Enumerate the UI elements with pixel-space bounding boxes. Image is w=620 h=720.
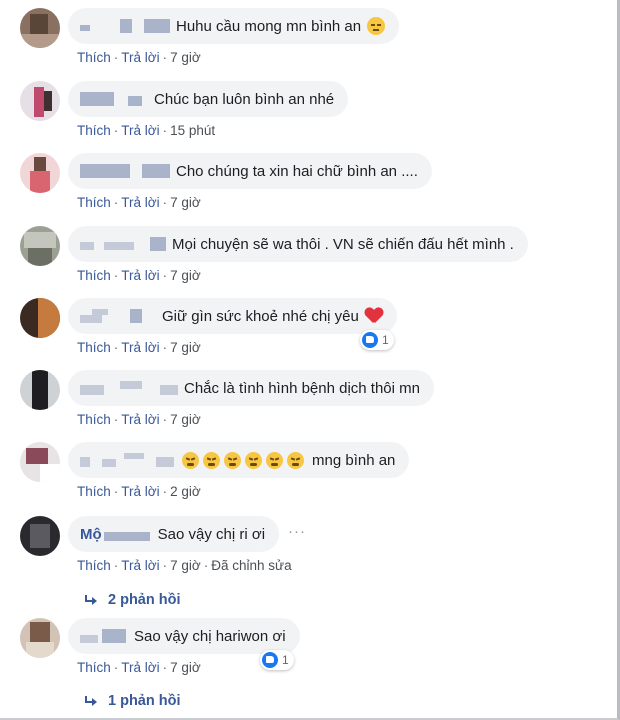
avatar[interactable] xyxy=(20,153,60,193)
more-options-icon[interactable]: ··· xyxy=(288,523,306,540)
reply-link[interactable]: Trả lời xyxy=(121,412,159,427)
comment-time[interactable]: 15 phút xyxy=(170,123,215,138)
avatar[interactable] xyxy=(20,298,60,338)
like-link[interactable]: Thích xyxy=(77,195,111,210)
tired-face-icon xyxy=(203,451,220,469)
comment-text: Cho chúng ta xin hai chữ bình an .... xyxy=(176,162,418,180)
comment-actions: Thích · Trả lời · 2 giờ xyxy=(77,484,201,499)
tired-face-icon xyxy=(266,451,283,469)
comment-text: Mọi chuyện sẽ wa thôi . VN sẽ chiến đấu … xyxy=(172,235,514,253)
comment-bubble: mng bình an xyxy=(68,442,410,478)
comment-actions: Thích · Trả lời · 7 giờ xyxy=(77,195,201,210)
reply-link[interactable]: Trả lời xyxy=(121,123,159,138)
comment-text: Chắc là tình hình bệnh dịch thôi mn xyxy=(184,379,420,397)
blurred-author-name[interactable] xyxy=(80,309,158,323)
reply-link[interactable]: Trả lời xyxy=(121,340,159,355)
comment-actions: Thích · Trả lời · 7 giờ · Đã chỉnh sửa xyxy=(77,558,292,573)
comment-text: Huhu cầu mong mn bình an xyxy=(176,17,362,35)
comment-text: Chúc bạn luôn bình an nhé xyxy=(154,90,335,108)
like-link[interactable]: Thích xyxy=(77,50,111,65)
comment-bubble: Mộ Sao vậy chị ri ơi xyxy=(68,516,280,552)
like-icon xyxy=(262,652,278,668)
comments-panel: Huhu cầu mong mn bình an Thích · Trả lời · 7… xyxy=(0,0,620,720)
comment-time[interactable]: 7 giờ xyxy=(170,340,201,355)
comment-actions: Thích · Trả lời · 7 giờ xyxy=(77,412,201,427)
comment-text: Sao vậy chị hariwon ơi xyxy=(134,627,286,645)
avatar[interactable] xyxy=(20,226,60,266)
comment-text: mng bình an xyxy=(312,451,396,469)
avatar[interactable] xyxy=(20,370,60,410)
like-link[interactable]: Thích xyxy=(77,123,111,138)
pensive-face-icon xyxy=(367,17,386,35)
comment-time[interactable]: 7 giờ xyxy=(170,558,201,573)
blurred-author-name[interactable] xyxy=(80,19,172,33)
like-link[interactable]: Thích xyxy=(77,484,111,499)
reply-link[interactable]: Trả lời xyxy=(121,268,159,283)
blurred-author-name[interactable] xyxy=(80,453,176,467)
comment-text: Sao vậy chị ri ơi xyxy=(157,525,266,543)
reply-arrow-icon xyxy=(84,695,98,707)
blurred-author-name[interactable] xyxy=(103,527,154,541)
comment-time[interactable]: 7 giờ xyxy=(170,412,201,427)
comment-author[interactable]: Mộ xyxy=(80,526,102,543)
reaction-count: 1 xyxy=(382,333,389,347)
reaction-summary[interactable]: 1 xyxy=(360,330,394,350)
comment-time[interactable]: 2 giờ xyxy=(170,484,201,499)
replies-count: 1 phản hồi xyxy=(108,693,181,709)
comment-time[interactable]: 7 giờ xyxy=(170,268,201,283)
red-heart-icon xyxy=(365,308,383,324)
reply-link[interactable]: Trả lời xyxy=(121,50,159,65)
reply-arrow-icon xyxy=(84,594,98,606)
comment-text: Giữ gìn sức khoẻ nhé chị yêu xyxy=(162,307,359,325)
comment-time[interactable]: 7 giờ xyxy=(170,660,201,675)
blurred-author-name[interactable] xyxy=(80,237,168,251)
tired-face-icon xyxy=(287,451,304,469)
reply-link[interactable]: Trả lời xyxy=(121,660,159,675)
comment-actions: Thích · Trả lời · 7 giờ xyxy=(77,50,201,65)
blurred-author-name[interactable] xyxy=(80,92,150,106)
comment-bubble: Huhu cầu mong mn bình an xyxy=(68,8,400,44)
comment-time[interactable]: 7 giờ xyxy=(170,50,201,65)
tired-face-icon xyxy=(245,451,262,469)
tired-face-icon xyxy=(182,451,199,469)
blurred-author-name[interactable] xyxy=(80,381,180,395)
like-link[interactable]: Thích xyxy=(77,412,111,427)
comment-bubble: Sao vậy chị hariwon ơi xyxy=(68,618,300,654)
blurred-author-name[interactable] xyxy=(80,629,130,643)
avatar[interactable] xyxy=(20,618,60,658)
reply-link[interactable]: Trả lời xyxy=(121,195,159,210)
comment-time[interactable]: 7 giờ xyxy=(170,195,201,210)
like-link[interactable]: Thích xyxy=(77,268,111,283)
comment-actions: Thích · Trả lời · 15 phút xyxy=(77,123,216,138)
comment-bubble: Chắc là tình hình bệnh dịch thôi mn xyxy=(68,370,434,406)
like-link[interactable]: Thích xyxy=(77,340,111,355)
comment-actions: Thích · Trả lời · 7 giờ xyxy=(77,268,201,283)
avatar[interactable] xyxy=(20,516,60,556)
comment-actions: Thích · Trả lời · 7 giờ xyxy=(77,660,201,675)
reply-link[interactable]: Trả lời xyxy=(121,484,159,499)
avatar[interactable] xyxy=(20,8,60,48)
like-icon xyxy=(362,332,378,348)
comment-bubble: Mọi chuyện sẽ wa thôi . VN sẽ chiến đấu … xyxy=(68,226,528,262)
like-link[interactable]: Thích xyxy=(77,660,111,675)
blurred-author-name[interactable] xyxy=(80,164,172,178)
comment-bubble: Cho chúng ta xin hai chữ bình an .... xyxy=(68,153,432,189)
reaction-summary[interactable]: 1 xyxy=(260,650,294,670)
avatar[interactable] xyxy=(20,442,60,482)
edited-label[interactable]: Đã chỉnh sửa xyxy=(211,558,291,573)
comment-bubble: Giữ gìn sức khoẻ nhé chị yêu xyxy=(68,298,397,334)
comment-bubble: Chúc bạn luôn bình an nhé xyxy=(68,81,349,117)
avatar[interactable] xyxy=(20,81,60,121)
view-replies-link[interactable]: 1 phản hồi xyxy=(84,693,181,709)
reaction-count: 1 xyxy=(282,653,289,667)
view-replies-link[interactable]: 2 phản hồi xyxy=(84,592,181,608)
comment-actions: Thích · Trả lời · 7 giờ xyxy=(77,340,201,355)
like-link[interactable]: Thích xyxy=(77,558,111,573)
tired-face-icon xyxy=(224,451,241,469)
reply-link[interactable]: Trả lời xyxy=(121,558,159,573)
replies-count: 2 phản hồi xyxy=(108,592,181,608)
